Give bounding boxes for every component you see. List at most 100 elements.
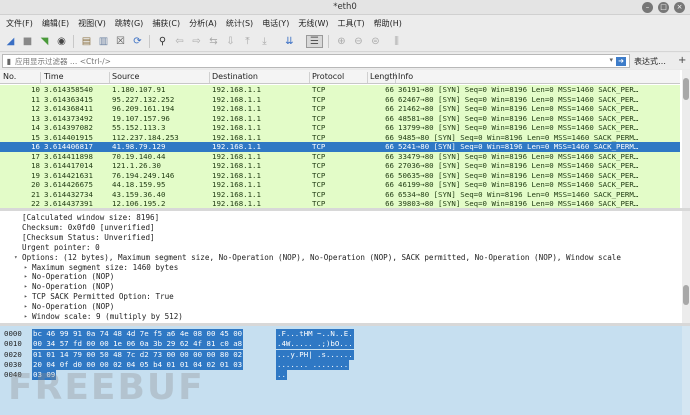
menu-item[interactable]: 工具(T) bbox=[337, 18, 364, 29]
packet-row[interactable]: 12 3.614368411 96.209.161.194 192.168.1.1 TC… bbox=[0, 104, 680, 114]
packet-row[interactable]: 10 3.614358540 1.180.107.91 192.168.1.1 TCP 6… bbox=[0, 85, 680, 95]
maximize-icon[interactable]: □ bbox=[658, 2, 669, 13]
byte-row[interactable]: 0010 00 34 57 fd 00 00 1e 06 0a 3b 29 62 … bbox=[0, 339, 680, 350]
packet-protocol: TCP bbox=[312, 94, 326, 104]
column-header-time[interactable]: Time bbox=[44, 72, 110, 83]
menu-item[interactable]: 捕获(C) bbox=[152, 18, 180, 29]
packet-info: 62467→80 [SYN] Seq=0 Win=8196 Len=0 MSS=… bbox=[398, 94, 639, 104]
last-packet-icon[interactable]: ⤓ bbox=[258, 35, 271, 48]
packet-info: 6534→80 [SYN] Seq=0 Win=8196 Len=0 MSS=1… bbox=[398, 189, 639, 199]
packet-row[interactable]: 14 3.614397082 55.152.113.3 192.168.1.1 TCP 6… bbox=[0, 123, 680, 133]
bookmark-icon[interactable]: ▮ bbox=[3, 57, 15, 66]
resize-columns-icon[interactable]: ⫼ bbox=[390, 35, 403, 48]
byte-row[interactable]: 0000 bc 46 99 91 0a 74 48 4d 7e f5 a6 4e … bbox=[0, 329, 680, 339]
menu-item[interactable]: 无线(W) bbox=[298, 18, 328, 29]
close-icon[interactable]: × bbox=[674, 2, 685, 13]
expanded-arrow-icon[interactable]: ▾ bbox=[14, 253, 18, 263]
detail-row[interactable]: Urgent pointer: 0 bbox=[0, 243, 680, 253]
packet-destination: 192.168.1.1 bbox=[212, 161, 261, 170]
add-filter-button[interactable]: + bbox=[678, 55, 686, 66]
column-header-no[interactable]: No. bbox=[3, 72, 41, 83]
restart-capture-icon[interactable]: ◥ bbox=[38, 35, 51, 48]
filter-dropdown-icon[interactable]: ▾ bbox=[609, 56, 613, 64]
column-header-length[interactable]: Length bbox=[370, 72, 398, 83]
packet-row[interactable]: 20 3.614426675 44.18.159.95 192.168.1.1 TCP 6… bbox=[0, 180, 680, 190]
normal-size-icon[interactable]: ⊜ bbox=[369, 35, 382, 48]
zoom-out-icon[interactable]: ⊖ bbox=[352, 35, 365, 48]
packet-row[interactable]: 16 3.614406817 41.98.79.129 192.168.1.1 TCP 6… bbox=[0, 142, 680, 152]
stop-capture-icon[interactable]: ■ bbox=[21, 35, 34, 48]
packet-row[interactable]: 18 3.614417014 121.1.26.30 192.168.1.1 TCP 66… bbox=[0, 161, 680, 171]
collapsed-arrow-icon[interactable]: ▸ bbox=[24, 272, 28, 282]
detail-row[interactable]: ▾ Options: (12 bytes), Maximum segment si… bbox=[0, 253, 680, 263]
detail-row[interactable]: ▸ No-Operation (NOP) bbox=[0, 282, 680, 292]
packet-row[interactable]: 17 3.614411898 70.19.140.44 192.168.1.1 TCP 6… bbox=[0, 151, 680, 161]
packet-row[interactable]: 15 3.614401915 112.237.184.253 192.168.1.1 T… bbox=[0, 132, 680, 142]
packet-destination: 192.168.1.1 bbox=[212, 180, 261, 189]
menu-item[interactable]: 跳转(G) bbox=[115, 18, 143, 29]
collapsed-arrow-icon[interactable]: ▸ bbox=[24, 263, 28, 273]
zoom-in-icon[interactable]: ⊕ bbox=[335, 35, 348, 48]
first-packet-icon[interactable]: ⤒ bbox=[241, 35, 254, 48]
detail-row[interactable]: ▸ No-Operation (NOP) bbox=[0, 272, 680, 282]
packet-list-scrollbar[interactable] bbox=[682, 70, 690, 209]
scrollbar-thumb[interactable] bbox=[683, 78, 689, 100]
menu-item[interactable]: 视图(V) bbox=[78, 18, 106, 29]
detail-row[interactable]: ▸ Maximum segment size: 1460 bytes bbox=[0, 263, 680, 273]
detail-row[interactable]: ▸ TCP SACK Permitted Option: True bbox=[0, 292, 680, 302]
column-header-info[interactable]: Info bbox=[398, 72, 678, 83]
autoscroll-icon[interactable]: ⇊ bbox=[283, 35, 296, 48]
detail-row[interactable]: ▸ Window scale: 9 (multiply by 512) bbox=[0, 312, 680, 322]
go-to-packet-icon[interactable]: ⇆ bbox=[207, 35, 220, 48]
save-file-icon[interactable]: ▥ bbox=[97, 35, 110, 48]
packet-source: 44.18.159.95 bbox=[112, 180, 166, 189]
go-down-icon[interactable]: ⇩ bbox=[224, 35, 237, 48]
bytes-scrollbar[interactable] bbox=[682, 326, 690, 415]
packet-destination: 192.168.1.1 bbox=[212, 104, 261, 113]
column-header-source[interactable]: Source bbox=[112, 72, 210, 83]
colorize-icon[interactable]: ☰ bbox=[306, 35, 323, 48]
menu-item[interactable]: 帮助(H) bbox=[374, 18, 402, 29]
byte-row[interactable]: 0020 01 01 14 79 00 50 48 7c d2 73 00 00 … bbox=[0, 349, 680, 360]
expression-button[interactable]: 表达式… bbox=[634, 56, 666, 67]
column-header-destination[interactable]: Destination bbox=[212, 72, 310, 83]
reload-file-icon[interactable]: ⟳ bbox=[131, 35, 144, 48]
find-packet-icon[interactable]: ⚲ bbox=[156, 35, 169, 48]
collapsed-arrow-icon[interactable]: ▸ bbox=[24, 282, 28, 292]
menu-item[interactable]: 文件(F) bbox=[6, 18, 33, 29]
collapsed-arrow-icon[interactable]: ▸ bbox=[24, 292, 28, 302]
detail-row[interactable]: Checksum: 0x0fd0 [unverified] bbox=[0, 223, 680, 233]
open-file-icon[interactable]: ▤ bbox=[80, 35, 93, 48]
packet-no: 14 bbox=[31, 123, 40, 132]
go-back-icon[interactable]: ⇦ bbox=[173, 35, 186, 48]
apply-filter-icon[interactable]: ➜ bbox=[616, 57, 626, 66]
menu-item[interactable]: 编辑(E) bbox=[42, 18, 69, 29]
menu-item[interactable]: 统计(S) bbox=[226, 18, 253, 29]
detail-text: Urgent pointer: 0 bbox=[22, 242, 100, 252]
detail-row[interactable]: ▸ No-Operation (NOP) bbox=[0, 302, 680, 312]
packet-row[interactable]: 13 3.614373492 19.107.157.96 192.168.1.1 TCP… bbox=[0, 113, 680, 123]
go-forward-icon[interactable]: ⇨ bbox=[190, 35, 203, 48]
column-header-protocol[interactable]: Protocol bbox=[312, 72, 368, 83]
collapsed-arrow-icon[interactable]: ▸ bbox=[24, 312, 28, 322]
capture-options-icon[interactable]: ◉ bbox=[55, 35, 68, 48]
menu-item[interactable]: 分析(A) bbox=[189, 18, 217, 29]
minimize-icon[interactable]: – bbox=[642, 2, 653, 13]
display-filter-input[interactable] bbox=[15, 56, 595, 66]
packet-row[interactable]: 19 3.614421631 76.194.249.146 192.168.1.1 TC… bbox=[0, 170, 680, 180]
detail-text: Maximum segment size: 1460 bytes bbox=[32, 262, 179, 272]
scrollbar-thumb[interactable] bbox=[683, 285, 689, 305]
packet-row[interactable]: 21 3.614432734 43.159.36.40 192.168.1.1 TCP 6… bbox=[0, 189, 680, 199]
packet-no: 11 bbox=[31, 94, 40, 104]
packet-row[interactable]: 11 3.614363415 95.227.132.252 192.168.1.1 TC… bbox=[0, 94, 680, 104]
menu-item[interactable]: 电话(Y) bbox=[262, 18, 289, 29]
close-file-icon[interactable]: ☒ bbox=[114, 35, 127, 48]
details-scrollbar[interactable] bbox=[682, 211, 690, 324]
packet-protocol: TCP bbox=[312, 142, 326, 151]
packet-destination: 192.168.1.1 bbox=[212, 170, 261, 180]
detail-row[interactable]: [Calculated window size: 8196] bbox=[0, 213, 680, 223]
packet-time: 3.614432734 bbox=[44, 189, 93, 199]
detail-row[interactable]: [Checksum Status: Unverified] bbox=[0, 233, 680, 243]
start-capture-icon[interactable]: ◢ bbox=[4, 35, 17, 48]
collapsed-arrow-icon[interactable]: ▸ bbox=[24, 302, 28, 312]
